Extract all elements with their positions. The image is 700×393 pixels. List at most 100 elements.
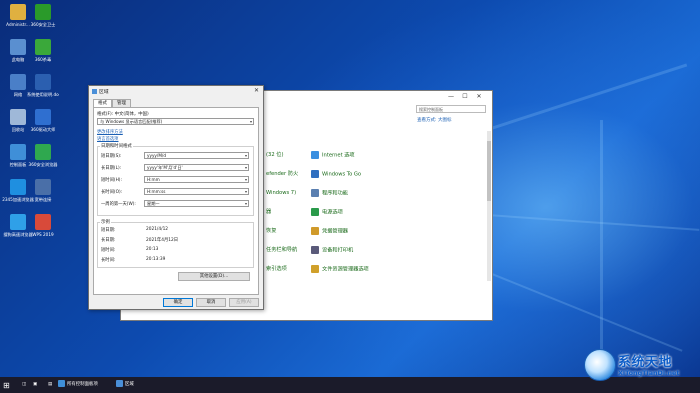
taskbar-item-control-panel[interactable]: 所有控制面板项 — [58, 380, 98, 390]
control-panel-item-label: Internet 选项 — [322, 152, 355, 159]
panel-search-input[interactable]: 搜索控制面板 — [416, 105, 486, 113]
desktop-icon-label: 360安全浏览器 — [28, 162, 58, 167]
control-panel-item-icon — [311, 227, 319, 235]
panel-scrollbar[interactable] — [487, 131, 491, 281]
desktop-icon[interactable]: 360驱动大师 — [27, 109, 59, 132]
format-row-select[interactable]: yyyy'年'M'月'd'日' ▾ — [144, 164, 249, 171]
format-row-label: 一周的第一天(W): — [101, 202, 136, 207]
other-settings-button[interactable]: 其他设置(D)... — [178, 272, 250, 281]
desktop-icon[interactable]: 360安全卫士 — [27, 4, 59, 27]
datetime-group-title: 日期和时间格式 — [100, 143, 133, 149]
control-panel-item[interactable]: (32 位) — [266, 151, 284, 160]
format-row-value: 星期一 — [147, 201, 160, 206]
desktop-icon-label: 宽带连接 — [34, 197, 52, 202]
control-panel-item-label: 恢复 — [266, 228, 277, 234]
tab-manage[interactable]: 管理 — [112, 99, 131, 107]
desktop-icon[interactable]: 360安全浏览器 — [27, 144, 59, 167]
chevron-down-icon: ▾ — [244, 153, 247, 158]
example-group — [97, 222, 254, 268]
example-value: 2021/4/12 — [146, 227, 169, 232]
control-panel-item[interactable]: efender 防火 — [266, 170, 298, 179]
recycle-bin-icon — [10, 109, 26, 125]
desktop-icon[interactable]: 系统使用说明.docx — [27, 74, 59, 97]
control-panel-item[interactable]: 恢复 — [266, 227, 276, 236]
maximize-icon[interactable]: ☐ — [459, 93, 471, 100]
control-panel-item[interactable]: 程序和功能 — [311, 189, 348, 198]
chevron-down-icon: ▾ — [244, 177, 247, 182]
computer-icon — [10, 39, 26, 55]
control-panel-item[interactable]: 电源选项 — [311, 208, 343, 217]
scrollbar-thumb[interactable] — [487, 141, 491, 201]
example-label: 长时间: — [101, 258, 116, 263]
tab-format[interactable]: 格式 — [93, 99, 112, 107]
network-icon — [10, 74, 26, 90]
control-panel-item-label: 索引选项 — [266, 266, 287, 272]
format-row-select[interactable]: 星期一 ▾ — [144, 200, 249, 207]
format-row-select[interactable]: H:mm ▾ — [144, 176, 249, 183]
desktop-icon[interactable]: 宽带连接 — [27, 179, 59, 202]
ok-button[interactable]: 确定 — [163, 298, 193, 307]
format-row-value: H:mm:ss — [147, 189, 166, 194]
browser-360-icon — [35, 144, 51, 160]
apply-button[interactable]: 应用(A) — [229, 298, 259, 307]
wallpaper-light-beam — [600, 120, 603, 360]
control-panel-item[interactable]: 索引选项 — [266, 265, 287, 274]
taskbar-item-region[interactable]: 区域 — [116, 380, 134, 390]
example-value: 20:13:39 — [146, 257, 166, 262]
control-panel-item-label: 凭据管理器 — [322, 228, 348, 235]
docx-icon — [35, 74, 51, 90]
control-panel-item[interactable]: 设备和打印机 — [311, 246, 353, 255]
desktop-icon[interactable]: 360杀毒 — [27, 39, 59, 62]
control-panel-item-label: 任务栏和导航 — [266, 247, 298, 253]
region-dialog[interactable]: 区域 ✕ 格式 管理 格式(F): 中文(简体，中国) 与 Windows 显示语… — [88, 85, 264, 310]
watermark-title: 系统天地 — [618, 355, 673, 370]
control-panel-item-label: efender 防火 — [266, 171, 299, 177]
control-panel-item-icon — [311, 208, 319, 216]
windows-logo-icon[interactable]: ⊞ — [3, 381, 10, 390]
sogou-browser-icon — [10, 214, 26, 230]
desktop-icon[interactable]: WPS 2019 — [27, 214, 59, 237]
chevron-down-icon: ▾ — [249, 119, 252, 124]
task-view-icon[interactable]: ◫ — [22, 380, 26, 390]
format-row-select[interactable]: H:mm:ss ▾ — [144, 188, 249, 195]
format-select-value: 与 Windows 显示语言匹配(推荐) — [100, 119, 163, 124]
control-panel-item[interactable]: 任务栏和导航 — [266, 246, 297, 255]
control-panel-item-icon — [311, 265, 319, 273]
antivirus-360-icon — [35, 39, 51, 55]
taskbar-item-label: 所有控制面板项 — [67, 382, 98, 387]
control-panel-item-label: (32 位) — [266, 152, 284, 158]
cancel-button[interactable]: 取消 — [196, 298, 226, 307]
format-row-value: yyyy/M/d — [147, 153, 167, 158]
folder-icon[interactable]: ▤ — [48, 380, 52, 390]
control-panel-item[interactable]: Windows To Go — [311, 170, 361, 179]
dialog-title-text: 区域 — [99, 90, 109, 95]
dialog-close-icon[interactable]: ✕ — [254, 87, 259, 94]
taskbar-app-icon[interactable]: ▣ — [33, 380, 37, 390]
close-icon[interactable]: ✕ — [473, 93, 485, 100]
example-value: 20:13 — [146, 247, 159, 252]
control-panel-item-icon — [311, 151, 319, 159]
change-sort-link[interactable]: 更改排序方法 — [97, 129, 123, 135]
control-panel-item-icon — [311, 170, 319, 178]
control-panel-item[interactable]: Internet 选项 — [311, 151, 355, 160]
control-panel-item[interactable]: 文件资源管理器选项 — [311, 265, 369, 274]
format-row-label: 长时间(O): — [101, 190, 123, 195]
control-panel-item[interactable]: Windows 7) — [266, 189, 296, 198]
minimize-icon[interactable]: — — [445, 93, 457, 100]
control-panel-item[interactable]: 器 — [266, 208, 271, 217]
format-select[interactable]: 与 Windows 显示语言匹配(推荐) ▾ — [97, 118, 254, 125]
control-panel-item[interactable]: 凭据管理器 — [311, 227, 348, 236]
format-row-select[interactable]: yyyy/M/d ▾ — [144, 152, 249, 159]
view-mode-selector[interactable]: 查看方式: 大图标 — [417, 117, 451, 123]
shield-360-icon — [35, 4, 51, 20]
example-label: 短日期: — [101, 228, 116, 233]
desktop-icon-label: 360安全卫士 — [30, 22, 56, 27]
desktop-icon-label: WPS 2019 — [32, 232, 54, 237]
example-group-title: 示例 — [100, 219, 111, 225]
desktop-icon-label: 360驱动大师 — [30, 127, 56, 132]
broadband-icon — [35, 179, 51, 195]
example-value: 2021年4月12日 — [146, 238, 179, 243]
format-row-value: yyyy'年'M'月'd'日' — [147, 165, 183, 170]
desktop: Administr...360安全卫士此电脑360杀毒网络系统使用说明.docx… — [0, 0, 700, 377]
language-preferences-link[interactable]: 语言首选项 — [97, 136, 118, 142]
